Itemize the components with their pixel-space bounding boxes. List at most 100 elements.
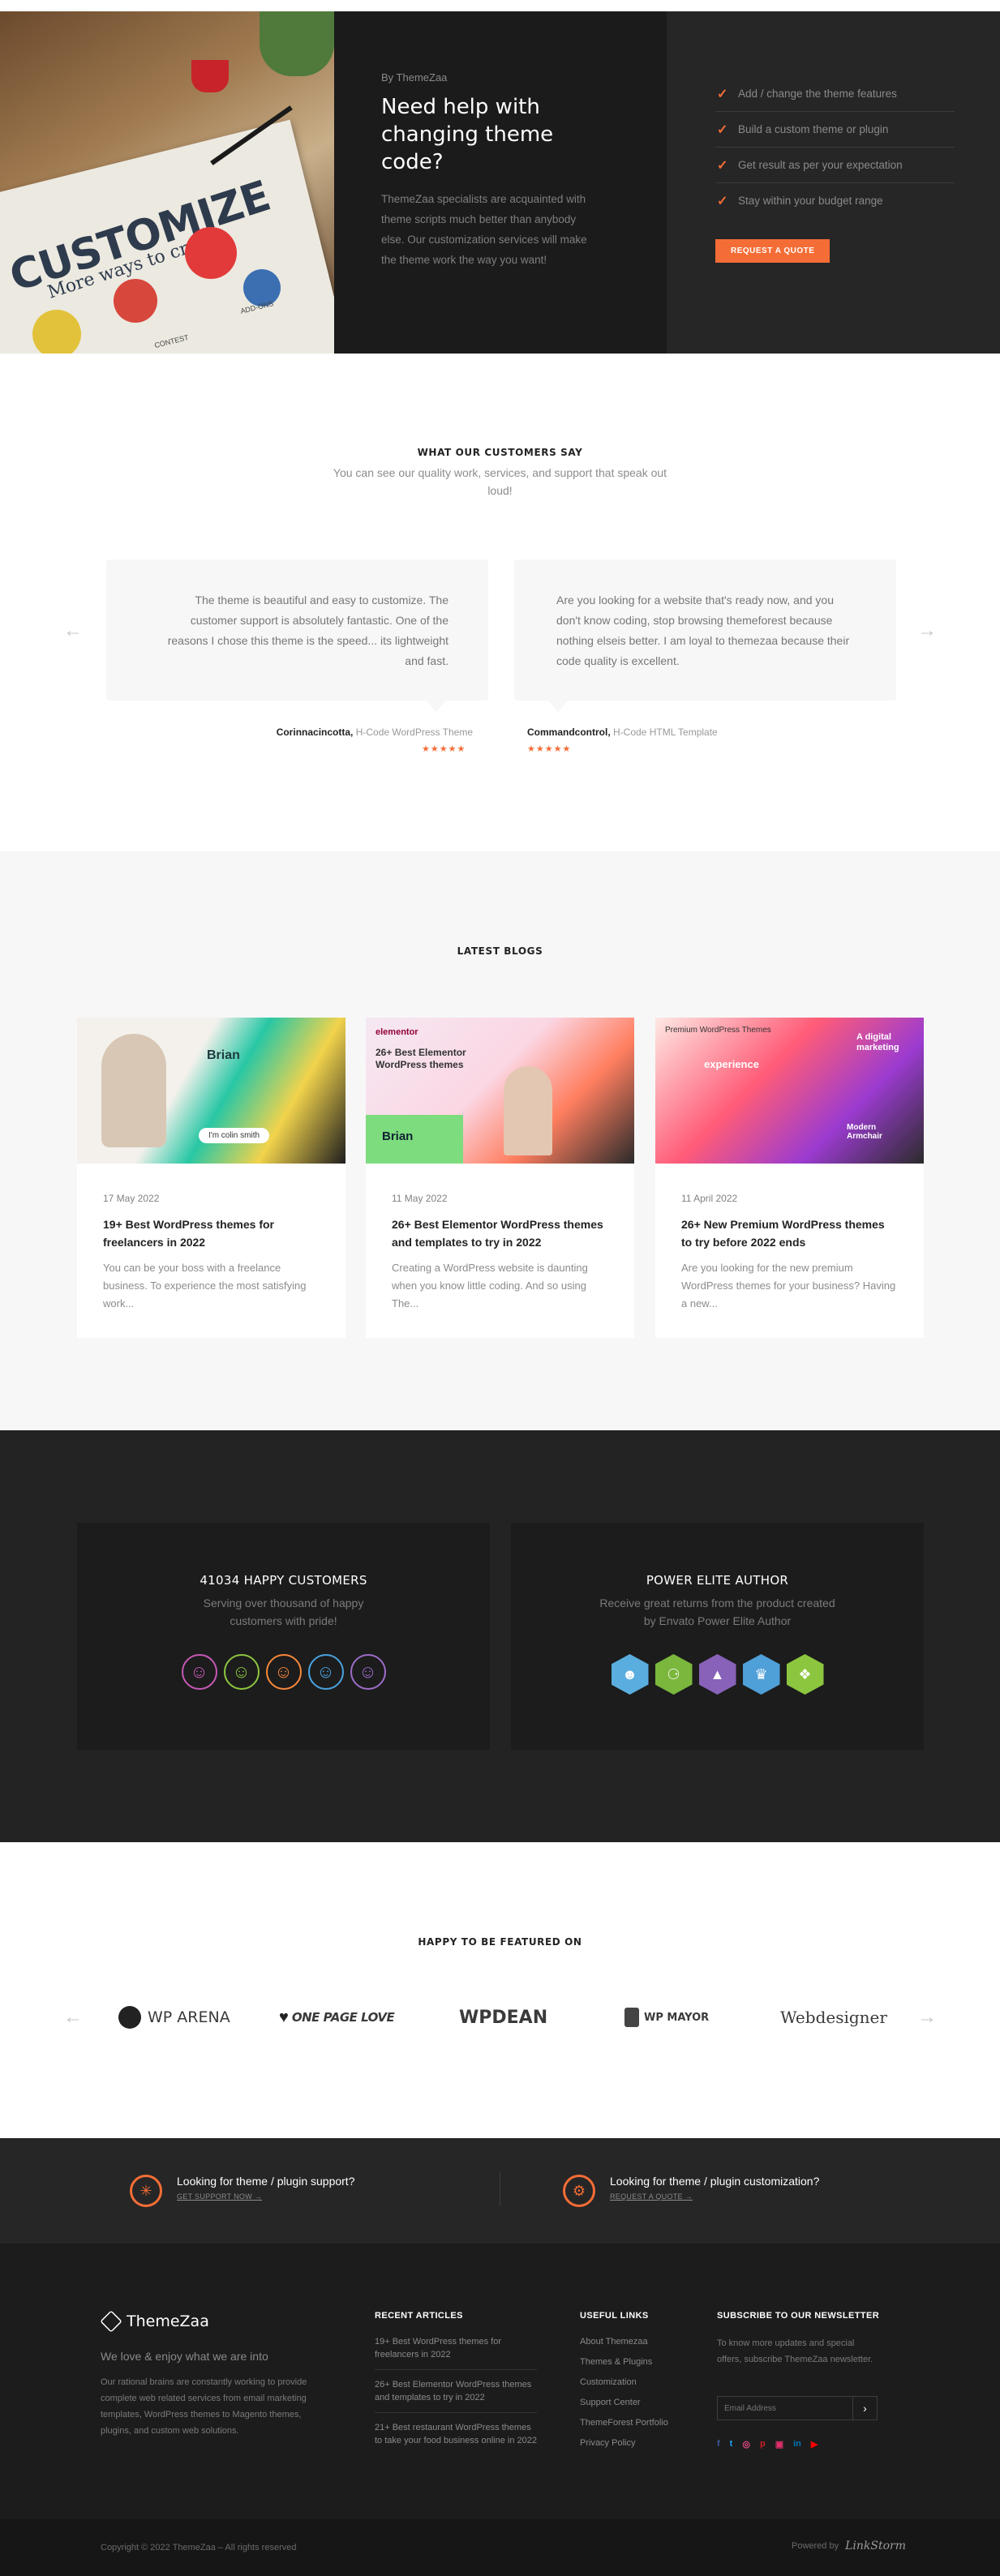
rating-stars: ★★★★★: [422, 744, 466, 754]
footer-link[interactable]: ThemeForest Portfolio: [580, 2416, 668, 2429]
blog-date: 17 May 2022: [103, 1193, 160, 1204]
logo-webdesigner[interactable]: Webdesigner: [780, 2003, 887, 2032]
blog-card-1[interactable]: Brian I'm colin smith 17 May 2022 19+ Be…: [77, 1018, 345, 1338]
support-title: Looking for theme / plugin support?: [177, 2175, 355, 2188]
profile-circle: [114, 279, 157, 323]
blog-image[interactable]: elementor 26+ Best Elementor WordPress t…: [366, 1018, 634, 1164]
hero-features-panel: ✓ Add / change the theme features ✓ Build a…: [667, 11, 1000, 354]
testimonials-heading: WHAT OUR CUSTOMERS SAY: [417, 447, 583, 458]
image-label: I'm colin smith: [199, 1128, 270, 1143]
pinterest-icon[interactable]: p: [760, 2439, 766, 2450]
footer-about: Our rational brains are constantly worki…: [101, 2377, 307, 2436]
author-name: Commandcontrol,: [527, 727, 611, 738]
testimonial-text: The theme is beautiful and easy to custo…: [167, 594, 448, 667]
lifebuoy-icon: ✳: [130, 2175, 162, 2207]
check-icon: ✓: [717, 195, 728, 208]
footer-link[interactable]: About Themezaa: [580, 2335, 668, 2348]
coffee-cup: [191, 60, 229, 92]
footer-link[interactable]: Privacy Policy: [580, 2437, 668, 2450]
image-label: Brian: [207, 1048, 240, 1062]
blog-date: 11 May 2022: [392, 1193, 448, 1204]
blog-card-3[interactable]: Premium WordPress Themes experience A di…: [655, 1018, 924, 1338]
blog-title[interactable]: 26+ New Premium WordPress themes to try …: [681, 1215, 896, 1251]
logo-wp-arena[interactable]: WP ARENA: [118, 2003, 230, 2032]
brand-name: ThemeZaa: [127, 2312, 209, 2330]
linkedin-icon[interactable]: in: [793, 2439, 801, 2450]
image-label: Brian: [382, 1129, 414, 1143]
subscribe-arrow-icon[interactable]: ›: [852, 2397, 877, 2420]
footer-link[interactable]: Support Center: [580, 2396, 668, 2409]
footer-link[interactable]: Themes & Plugins: [580, 2355, 668, 2368]
dribbble-icon[interactable]: ◎: [742, 2439, 750, 2450]
hero-description: ThemeZaa specialists are acquainted with…: [381, 193, 587, 266]
blog-excerpt: You can be your boss with a freelance bu…: [103, 1262, 307, 1309]
youtube-icon[interactable]: ▶: [811, 2439, 818, 2450]
powered-by[interactable]: Powered by LinkStorm: [792, 2540, 906, 2552]
customization-item[interactable]: ⚙ Looking for theme / plugin customizati…: [563, 2175, 819, 2207]
testimonial-text: Are you looking for a website that's rea…: [556, 594, 850, 667]
face-cool-icon: ☺: [181, 1654, 217, 1690]
twitter-icon[interactable]: t: [730, 2439, 733, 2450]
useful-links: About Themezaa Themes & Plugins Customizat…: [580, 2335, 668, 2457]
hero-byline: By ThemeZaa: [381, 71, 448, 84]
logo-one-page-love[interactable]: ♥ ONE PAGE LOVE: [279, 2003, 395, 2032]
support-item[interactable]: ✳ Looking for theme / plugin support? GET…: [130, 2175, 354, 2207]
blog-image[interactable]: Premium WordPress Themes experience A di…: [655, 1018, 924, 1164]
blog-title[interactable]: 19+ Best WordPress themes for freelancer…: [103, 1215, 318, 1251]
face-grin-icon: ☺: [265, 1654, 302, 1690]
arrow-left-icon[interactable]: ←: [63, 2008, 83, 2027]
arrow-right-icon[interactable]: →: [917, 621, 937, 641]
blogs-heading: LATEST BLOGS: [457, 945, 543, 957]
footer-logo[interactable]: ThemeZaa: [100, 2310, 209, 2333]
blog-card-2[interactable]: elementor 26+ Best Elementor WordPress t…: [366, 1018, 634, 1338]
feature-label: Build a custom theme or plugin: [738, 123, 889, 135]
arrow-right-icon[interactable]: →: [917, 2008, 937, 2027]
check-icon: ✓: [717, 123, 728, 137]
gear-icon: ⚙: [563, 2175, 595, 2207]
image-label: 26+ Best Elementor WordPress themes: [376, 1047, 466, 1070]
recent-article-link[interactable]: 26+ Best Elementor WordPress themes and …: [375, 2378, 537, 2413]
testimonial-author-1: Corinnacincotta, H-Code WordPress Theme: [277, 727, 473, 738]
hero-title: Need help with changing theme code?: [381, 95, 554, 174]
badge-user-icon: ☻: [611, 1654, 649, 1695]
newsletter-heading: SUBSCRIBE TO OUR NEWSLETTER: [717, 2311, 880, 2321]
recent-article-link[interactable]: 21+ Best restaurant WordPress themes to …: [375, 2421, 537, 2455]
logo-icon: [100, 2310, 122, 2333]
check-icon: ✓: [717, 159, 728, 173]
image-panel: [366, 1115, 463, 1164]
copyright: Copyright © 2022 ThemeZaa – All rights r…: [101, 2543, 297, 2552]
facebook-icon[interactable]: f: [717, 2439, 720, 2450]
instagram-icon[interactable]: ▣: [775, 2439, 783, 2450]
support-title: Looking for theme / plugin customization…: [610, 2175, 820, 2188]
hero-image: CUSTOMIZE More ways to create ADD-ONS CO…: [0, 11, 334, 354]
get-support-link[interactable]: GET SUPPORT NOW →: [177, 2192, 354, 2201]
customers-box: 41034 HAPPY CUSTOMERS Serving over thous…: [77, 1523, 490, 1750]
customer-icons: ☺ ☺ ☺ ☺ ☺: [77, 1654, 490, 1690]
testimonial-author-2: Commandcontrol, H-Code HTML Template: [527, 727, 718, 738]
footer-tagline: We love & enjoy what we are into: [101, 2350, 268, 2363]
top-strip: [0, 0, 1000, 11]
request-quote-button[interactable]: REQUEST A QUOTE: [715, 239, 830, 263]
social-icons: f t ◎ p ▣ in ▶: [717, 2439, 818, 2450]
blog-date: 11 April 2022: [681, 1193, 738, 1204]
image-label: Premium WordPress Themes: [665, 1026, 771, 1035]
blog-image[interactable]: Brian I'm colin smith: [77, 1018, 345, 1164]
rating-stars: ★★★★★: [527, 744, 572, 754]
request-quote-link[interactable]: REQUEST A QUOTE →: [610, 2192, 819, 2201]
testimonial-card-2: Are you looking for a website that's rea…: [514, 559, 896, 712]
footer-link[interactable]: Customization: [580, 2376, 668, 2389]
logo-wpdean[interactable]: WPDEAN: [459, 2003, 547, 2032]
feature-label: Stay within your budget range: [738, 195, 883, 207]
testimonials-subheading: You can see our quality work, services, …: [333, 466, 667, 497]
email-input[interactable]: [718, 2397, 852, 2420]
blog-title[interactable]: 26+ Best Elementor WordPress themes and …: [392, 1215, 607, 1251]
feature-item: ✓ Stay within your budget range: [715, 183, 955, 218]
arrow-left-icon[interactable]: ←: [63, 621, 83, 641]
badge-crown-icon: ♛: [742, 1654, 780, 1695]
image-label: Modern Armchair: [847, 1123, 882, 1141]
badge-team-icon: ⚆: [655, 1654, 693, 1695]
yellow-circle: [32, 310, 81, 354]
logo-wp-mayor[interactable]: WP MAYOR: [624, 2003, 709, 2032]
author-product: H-Code HTML Template: [613, 727, 718, 738]
recent-article-link[interactable]: 19+ Best WordPress themes for freelancer…: [375, 2335, 537, 2370]
